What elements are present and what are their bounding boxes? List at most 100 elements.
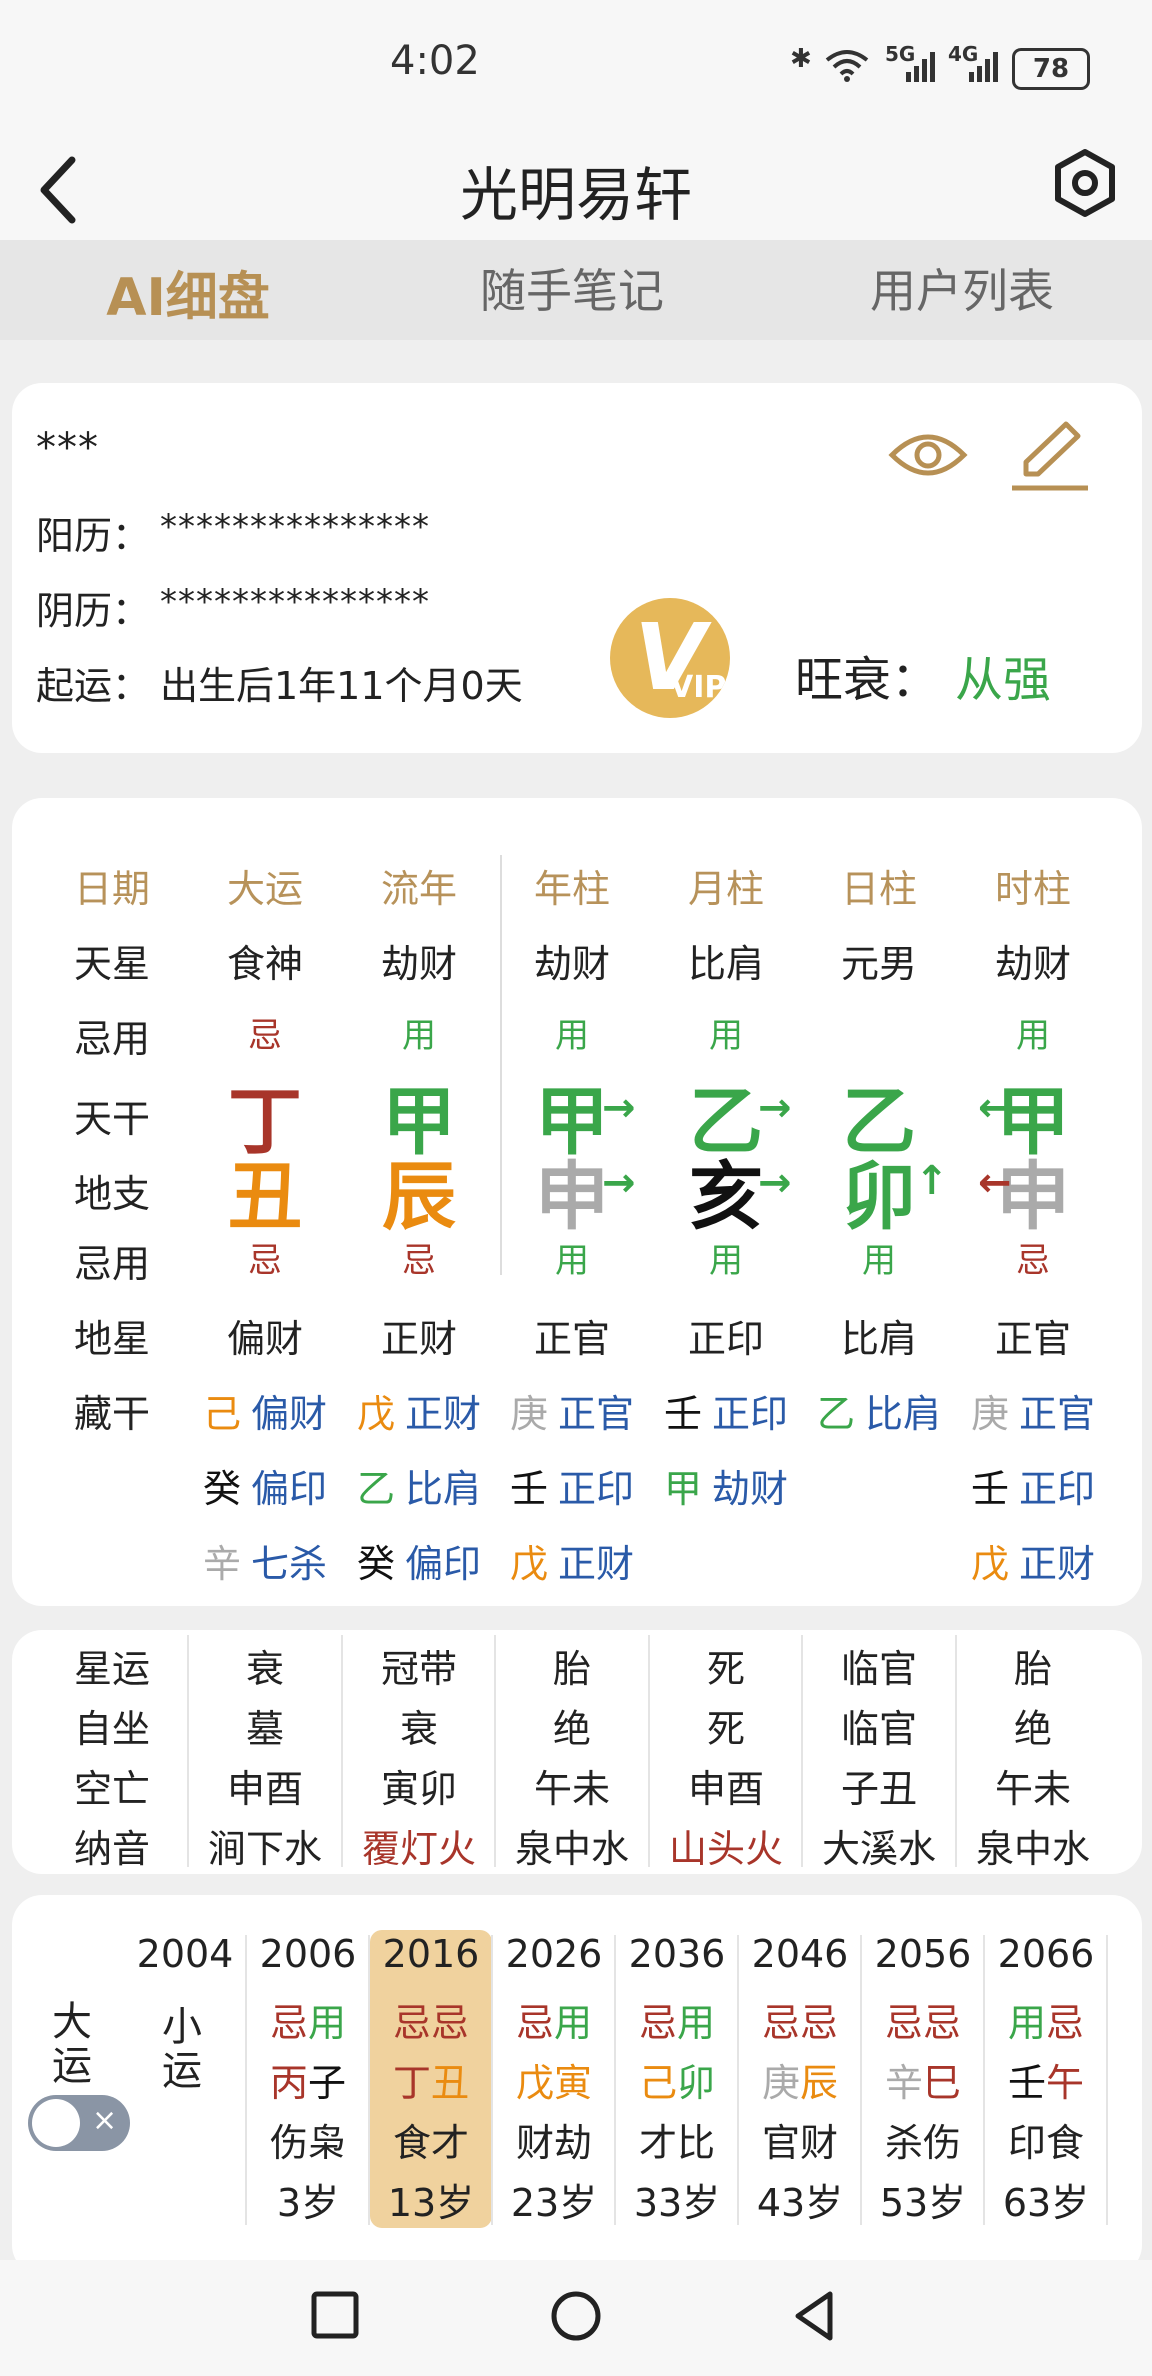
- canggan-char: 辛: [202, 1542, 241, 1586]
- nav-back-icon[interactable]: [790, 2290, 840, 2342]
- dayun-jiyong-char: 用: [308, 2001, 347, 2045]
- dixing-cell: 正官: [994, 1317, 1071, 1361]
- arrow-left-icon: ←: [978, 1160, 1012, 1206]
- canggan-item: 乙比肩: [804, 1383, 954, 1438]
- canggan-shishen: 七杀: [251, 1542, 328, 1586]
- misc-column-divider: [801, 1635, 803, 1867]
- col-header-5: 日柱: [840, 867, 917, 911]
- canggan-shishen: 比肩: [405, 1467, 482, 1511]
- dayun-year[interactable]: 2004: [124, 1932, 246, 1976]
- recent-apps-icon[interactable]: [310, 2290, 360, 2340]
- dayun-ganzhi-cell: 戊寅: [493, 2052, 615, 2107]
- misc-xingyun-cell: 临官: [840, 1647, 917, 1691]
- dayun-column-divider: [860, 1935, 862, 2225]
- dayun-year[interactable]: 2036: [616, 1932, 738, 1976]
- misc-kongwang-cell: 申酉: [226, 1767, 303, 1811]
- dayun-ganzhi-char: 戊: [515, 2061, 554, 2105]
- jiyong-top-cell: 用: [1016, 1016, 1050, 1056]
- arrow-right-icon: →: [758, 1160, 792, 1206]
- dayun-ganzhi-char: 卯: [677, 2061, 716, 2105]
- dayun-column-divider: [1106, 1935, 1108, 2225]
- canggan-item: 戊正财: [497, 1533, 647, 1588]
- misc-zizuo-cell: 绝: [552, 1707, 591, 1751]
- dayun-jiyong-char: 忌: [884, 2001, 923, 2045]
- dayun-label: 大运: [52, 1999, 92, 2089]
- misc-kongwang-cell: 午未: [994, 1767, 1071, 1811]
- dayun-jiyong-char: 忌: [269, 2001, 308, 2045]
- dayun-year[interactable]: 2046: [739, 1932, 861, 1976]
- edit-pencil-icon[interactable]: [1010, 418, 1090, 494]
- col-header-4: 月柱: [687, 867, 764, 911]
- row-label-2: 天干: [73, 1097, 150, 1141]
- xiaoyun-label: 小运: [162, 2004, 202, 2094]
- dayun-year[interactable]: 2056: [862, 1932, 984, 1976]
- eye-icon[interactable]: [888, 425, 968, 485]
- dayun-age: 13岁: [387, 2181, 475, 2225]
- dayun-year[interactable]: 2016: [370, 1932, 492, 1976]
- dayun-ganzhi-char: 丑: [431, 2061, 470, 2105]
- canggan-item: 癸偏印: [190, 1458, 340, 1513]
- luck-start-value: 出生后1年11个月0天: [160, 664, 523, 708]
- dayun-column-divider: [245, 1935, 247, 2225]
- jiyong-bottom-cell: 忌: [402, 1241, 436, 1281]
- dayun-column-divider: [614, 1935, 616, 2225]
- dayun-ganzhi-cell: 壬午: [985, 2052, 1107, 2107]
- signal-bars-icon: [906, 52, 935, 82]
- dayun-column-divider: [491, 1935, 493, 2225]
- lunar-label: 阴历：: [36, 589, 151, 633]
- dayun-jiyong-char: 用: [554, 2001, 593, 2045]
- row-label-0: 天星: [73, 942, 150, 986]
- dayun-ganzhi-char: 午: [1046, 2061, 1085, 2105]
- canggan-item: 壬正印: [958, 1458, 1108, 1513]
- dayun-year[interactable]: 2066: [985, 1932, 1107, 1976]
- col-header-2: 流年: [380, 867, 457, 911]
- home-icon[interactable]: [550, 2290, 602, 2342]
- dayun-ganzhi-char: 辰: [800, 2061, 839, 2105]
- arrow-left-icon: ←: [978, 1085, 1012, 1131]
- toggle-knob: [32, 2099, 80, 2147]
- battery-icon: 78: [1012, 48, 1090, 90]
- dayun-year[interactable]: 2026: [493, 1932, 615, 1976]
- dayun-column-divider: [983, 1935, 985, 2225]
- status-time: 4:02: [390, 38, 480, 84]
- canggan-char: 癸: [202, 1467, 241, 1511]
- jiyong-bottom-cell: 用: [709, 1241, 743, 1281]
- settings-hexagon-icon[interactable]: [1050, 148, 1120, 218]
- dayun-ganzhi-char: 丁: [392, 2061, 431, 2105]
- misc-row-label: 空亡: [73, 1767, 150, 1811]
- tab-user-list[interactable]: 用户列表: [812, 255, 1112, 321]
- canggan-shishen: 正印: [558, 1467, 635, 1511]
- dayun-column-divider: [368, 1935, 370, 2225]
- vip-badge: V VIP: [610, 598, 730, 718]
- canggan-char: 癸: [356, 1542, 395, 1586]
- row-label-6: 藏干: [73, 1392, 150, 1436]
- misc-row-label: 纳音: [73, 1827, 150, 1871]
- tab-ai-chart[interactable]: AI细盘: [38, 255, 338, 330]
- misc-nayin-cell: 大溪水: [821, 1827, 936, 1871]
- canggan-char: 戊: [509, 1542, 548, 1586]
- canggan-char: 甲: [663, 1467, 702, 1511]
- tab-notes[interactable]: 随手笔记: [422, 255, 722, 321]
- misc-xingyun-cell: 死: [706, 1647, 745, 1691]
- dayun-toggle[interactable]: ×: [28, 2095, 130, 2151]
- canggan-item: 壬正印: [497, 1458, 647, 1513]
- dayun-year[interactable]: 2006: [247, 1932, 369, 1976]
- misc-nayin-cell: 涧下水: [207, 1827, 322, 1871]
- solar-label: 阳历：: [36, 514, 151, 558]
- canggan-char: 戊: [356, 1392, 395, 1436]
- dayun-jiyong-char: 用: [677, 2001, 716, 2045]
- canggan-item: 辛七杀: [190, 1533, 340, 1588]
- dayun-jiyong-cell: 忌忌: [739, 1992, 861, 2047]
- dayun-ganzhi-char: 己: [638, 2061, 677, 2105]
- misc-column-divider: [494, 1635, 496, 1867]
- dayun-jiyong-cell: 忌用: [247, 1992, 369, 2047]
- dixing-cell: 比肩: [840, 1317, 917, 1361]
- dayun-ganzhi-cell: 庚辰: [739, 2052, 861, 2107]
- dayun-column-divider: [737, 1935, 739, 2225]
- dizhi-cell: 辰: [382, 1154, 456, 1240]
- dayun-ganzhi-char: 辛: [884, 2061, 923, 2105]
- canggan-shishen: 正官: [1019, 1392, 1096, 1436]
- dayun-jiyong-char: 用: [1007, 2001, 1046, 2045]
- canggan-char: 乙: [816, 1392, 855, 1436]
- col-header-1: 大运: [226, 867, 303, 911]
